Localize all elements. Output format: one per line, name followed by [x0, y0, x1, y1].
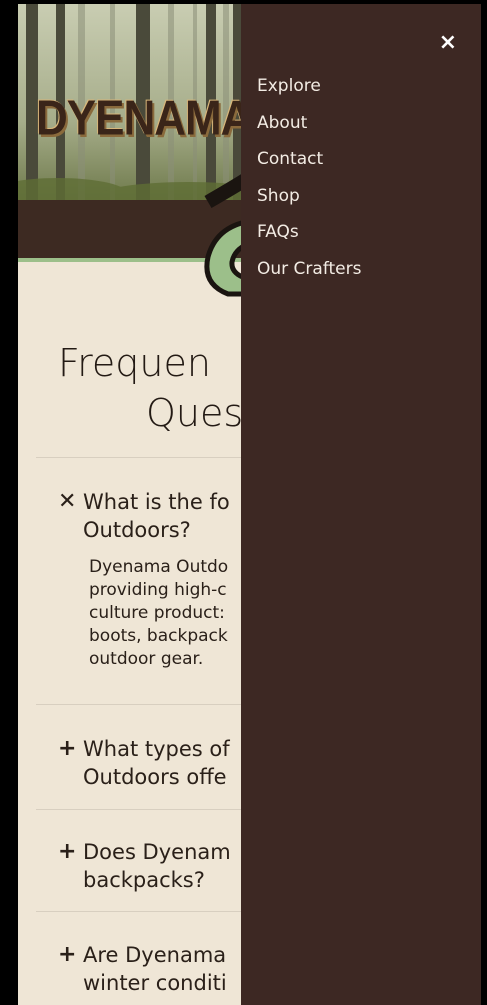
brand-logo-text: DYENAMA [36, 91, 252, 146]
plus-icon[interactable]: + [58, 735, 80, 763]
menu-item-about[interactable]: About [257, 105, 361, 142]
menu-item-contact[interactable]: Contact [257, 141, 361, 178]
close-icon[interactable]: ✕ [58, 488, 80, 516]
menu-item-our-crafters[interactable]: Our Crafters [257, 251, 361, 288]
plus-icon[interactable]: + [58, 941, 80, 969]
close-menu-button[interactable]: × [439, 32, 457, 54]
drawer-menu: Explore About Contact Shop FAQs Our Craf… [257, 68, 361, 287]
menu-item-faqs[interactable]: FAQs [257, 214, 361, 251]
menu-item-explore[interactable]: Explore [257, 68, 361, 105]
menu-item-shop[interactable]: Shop [257, 178, 361, 215]
navigation-drawer: × Explore About Contact Shop FAQs Our Cr… [241, 4, 481, 1005]
plus-icon[interactable]: + [58, 838, 80, 866]
